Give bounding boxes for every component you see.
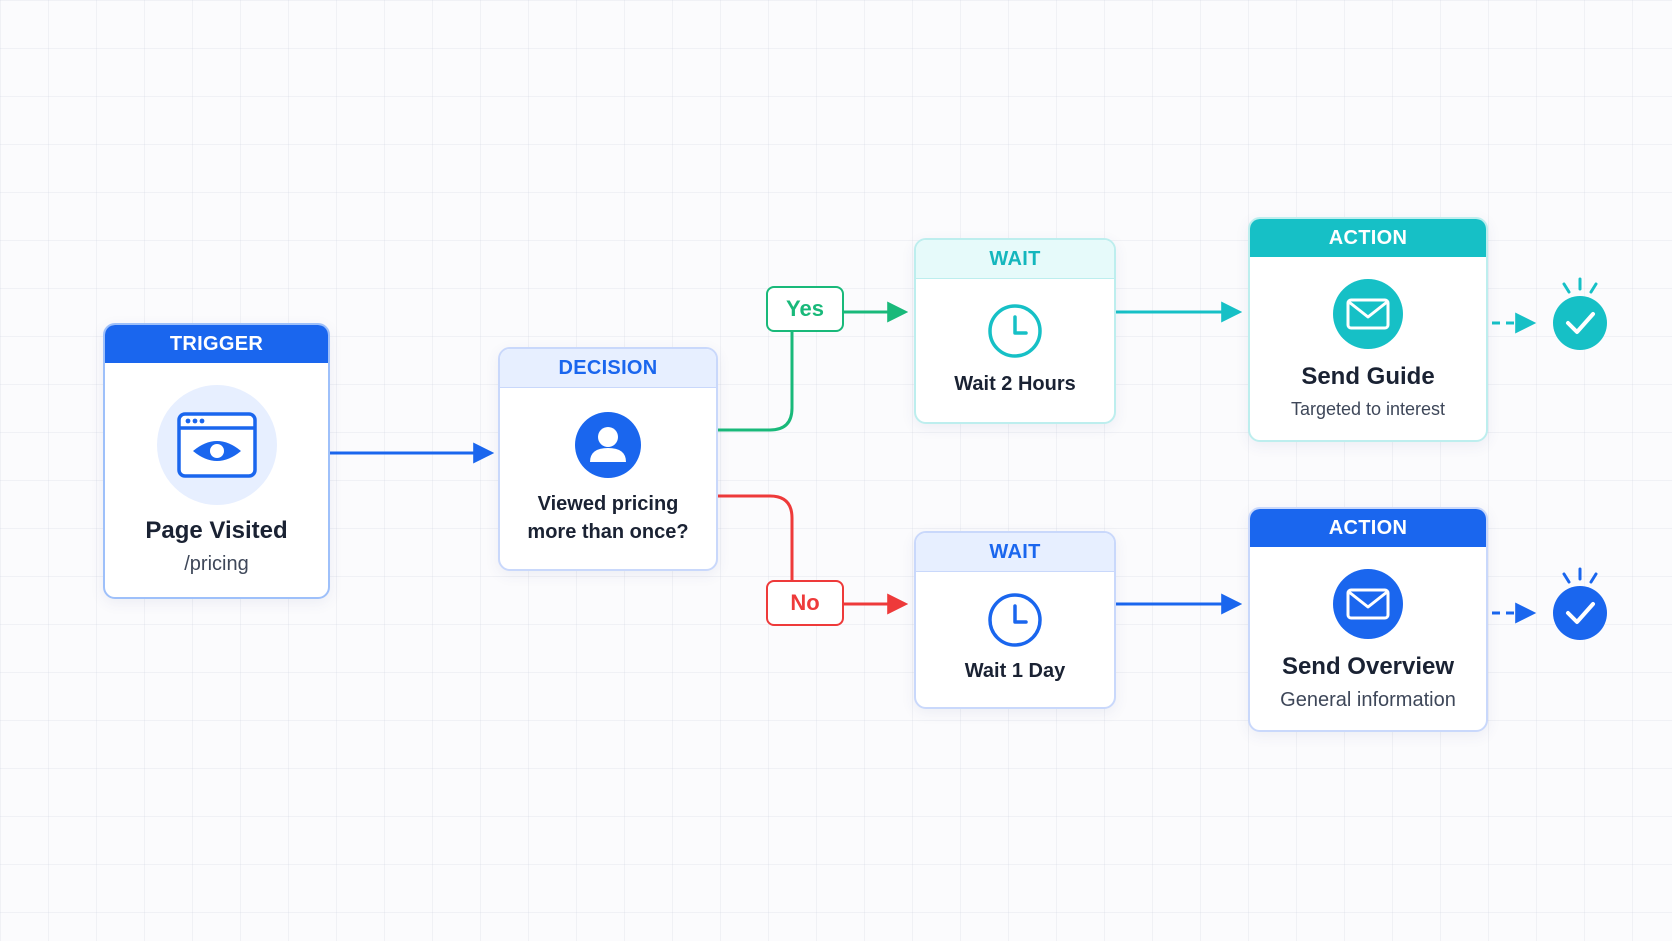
action-no-header: ACTION <box>1250 509 1486 547</box>
action-yes-subtitle: Targeted to interest <box>1290 399 1446 419</box>
trigger-node[interactable]: TRIGGER Page Visited /pricing <box>103 323 330 599</box>
connector-decision-to-no <box>718 494 794 580</box>
wait-yes-label: Wait 2 Hours <box>954 373 1076 395</box>
action-yes-header: ACTION <box>1250 219 1486 257</box>
decision-question-line2: more than once? <box>527 521 689 543</box>
clock-icon <box>987 592 1043 648</box>
wait-no-label: Wait 1 Day <box>964 660 1066 682</box>
action-yes-title: Send Guide <box>1301 363 1435 390</box>
action-no-node[interactable]: ACTION Send Overview General information <box>1248 507 1488 732</box>
wait-no-header: WAIT <box>916 533 1114 572</box>
check-circle-icon <box>1542 567 1622 649</box>
mail-icon <box>1333 569 1403 639</box>
clock-icon <box>987 303 1043 359</box>
connector-decision-to-yes <box>718 332 794 432</box>
workflow-canvas: TRIGGER Page Visited /pricing DECISION V… <box>0 0 1672 941</box>
mail-icon <box>1333 279 1403 349</box>
action-no-subtitle: General information <box>1280 689 1456 711</box>
wait-yes-header: WAIT <box>916 240 1114 279</box>
decision-header: DECISION <box>500 349 716 388</box>
trigger-header: TRIGGER <box>105 325 328 363</box>
decision-question-line1: Viewed pricing <box>537 493 679 515</box>
browser-eye-icon <box>156 385 277 505</box>
end-check-no <box>1542 565 1622 650</box>
end-check-yes <box>1542 275 1622 360</box>
wait-no-node[interactable]: WAIT Wait 1 Day <box>914 531 1116 709</box>
check-circle-icon <box>1542 277 1622 359</box>
trigger-title: Page Visited <box>145 517 288 544</box>
action-no-title: Send Overview <box>1281 653 1455 680</box>
wait-yes-node[interactable]: WAIT Wait 2 Hours <box>914 238 1116 424</box>
yes-branch-label: Yes <box>766 286 844 332</box>
no-branch-label: No <box>766 580 844 626</box>
action-yes-node[interactable]: ACTION Send Guide Targeted to interest <box>1248 217 1488 442</box>
user-icon <box>575 412 641 478</box>
trigger-subtitle: /pricing <box>184 553 249 575</box>
decision-node[interactable]: DECISION Viewed pricing more than once? <box>498 347 718 571</box>
